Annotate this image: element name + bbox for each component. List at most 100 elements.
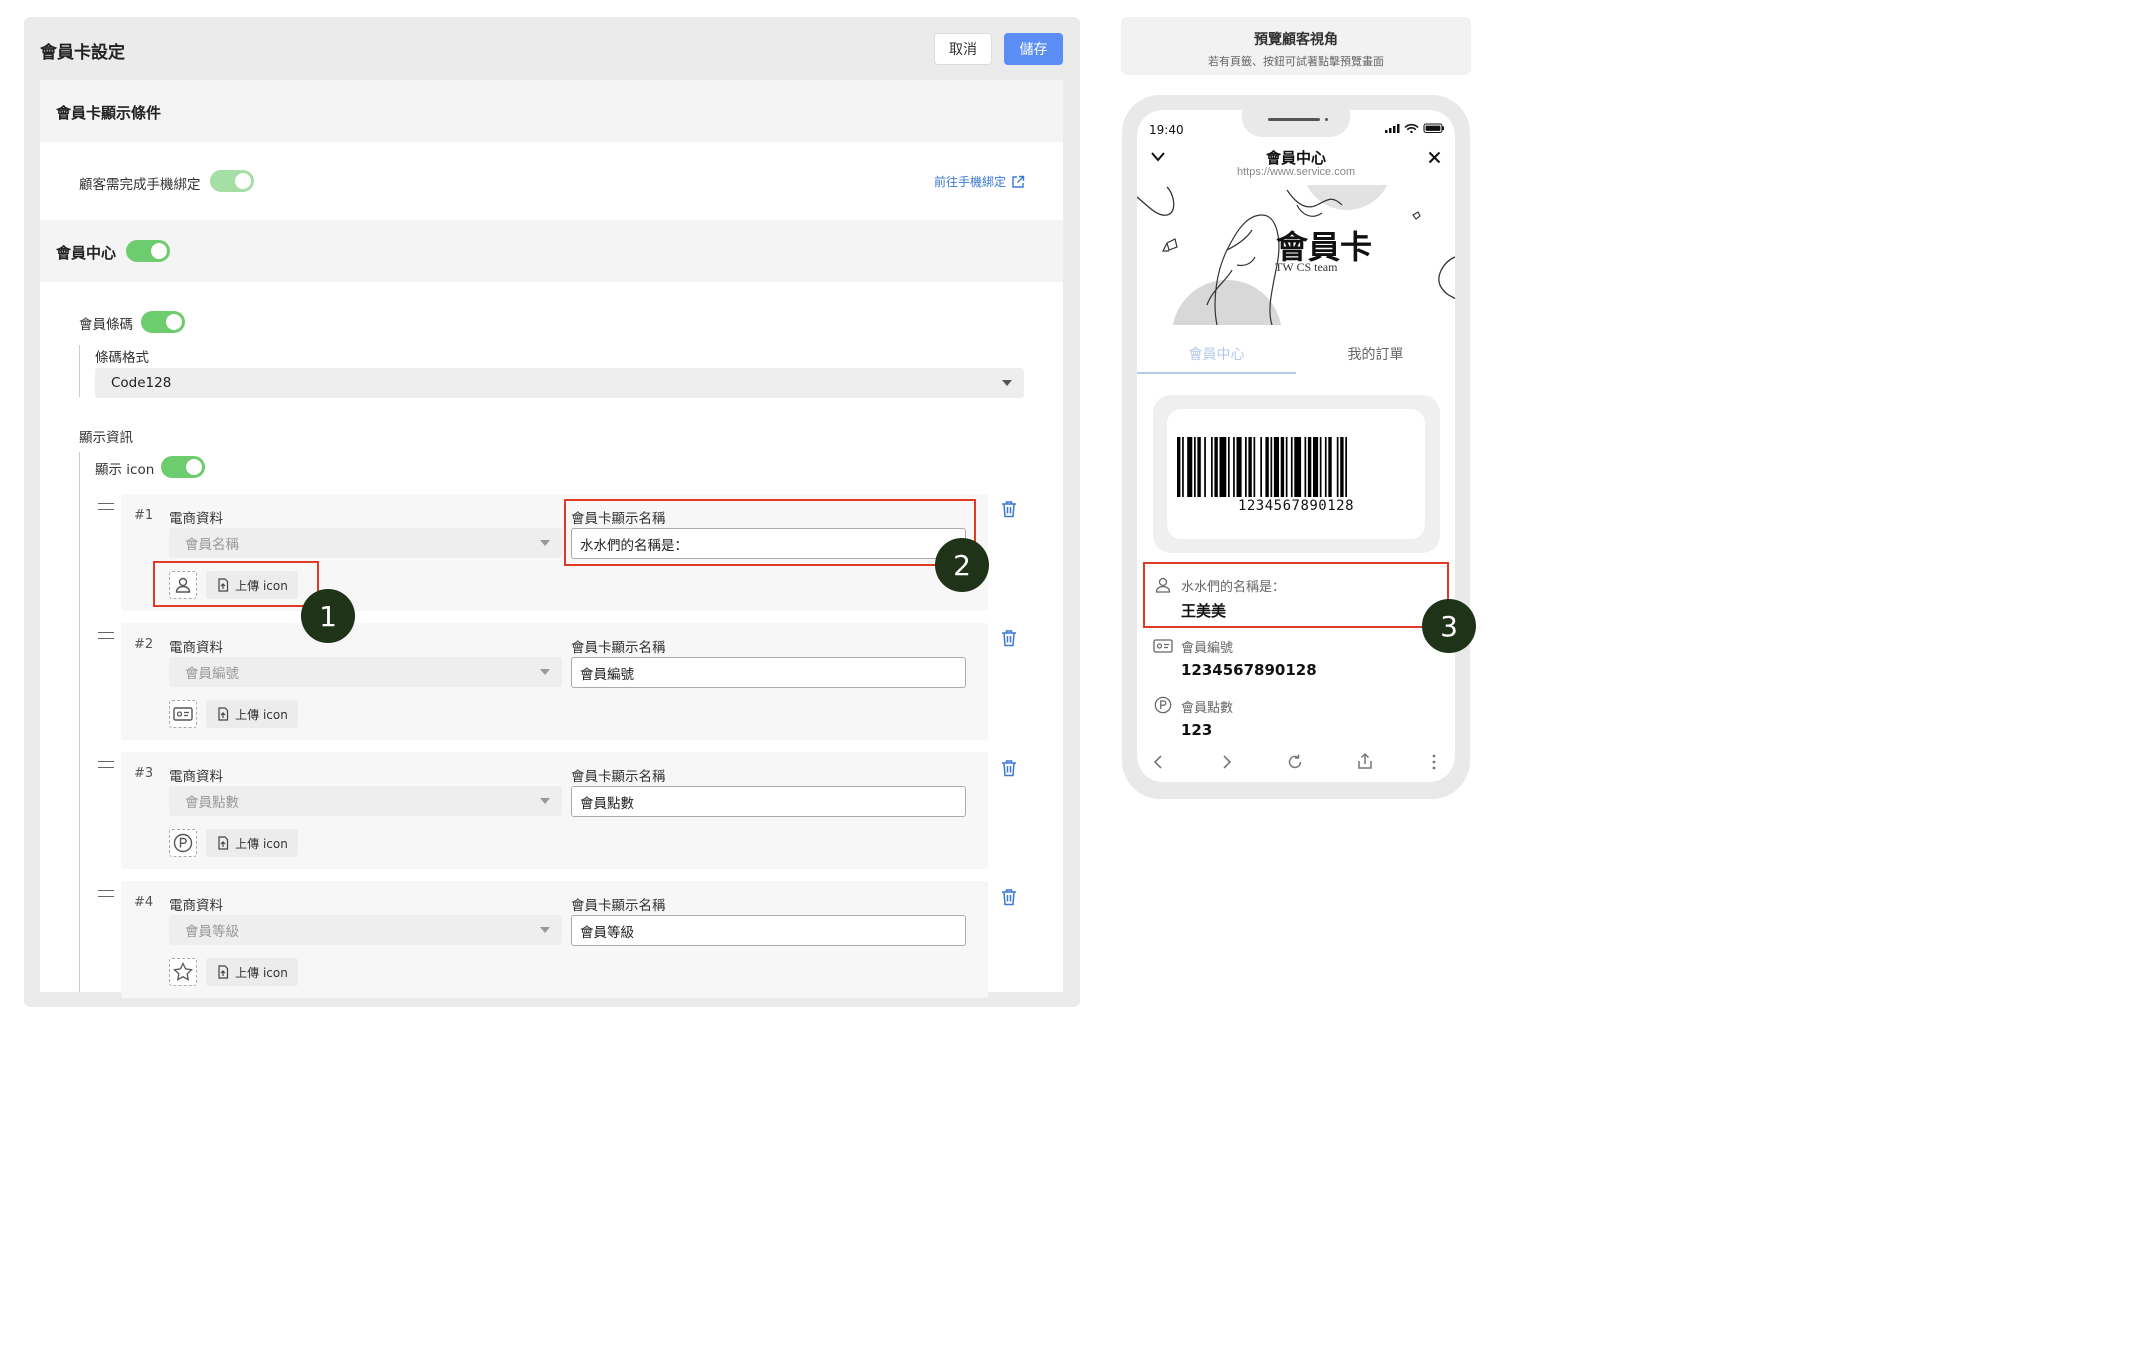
source-label: 電商資料 xyxy=(169,640,223,656)
display-name-label: 會員卡顯示名稱 xyxy=(571,769,666,785)
preview-page-title: 會員中心 xyxy=(1265,149,1326,167)
phone-binding-link[interactable]: 前往手機綁定 xyxy=(934,173,1025,190)
source-select-value: 會員名稱 xyxy=(185,537,239,553)
display-name-value: 會員點數 xyxy=(580,795,634,812)
drag-handle-icon[interactable] xyxy=(98,761,114,768)
trash-icon[interactable] xyxy=(1001,888,1017,906)
phone-binding-label: 顧客需完成手機綁定 xyxy=(79,177,201,193)
barcode-bar xyxy=(1345,437,1347,497)
speaker-grill xyxy=(1268,118,1320,121)
source-select: 會員等級 xyxy=(169,915,562,945)
barcode-bar xyxy=(1294,437,1302,497)
upload-icon-label: 上傳 icon xyxy=(235,836,288,851)
drag-handle-icon[interactable] xyxy=(98,632,114,639)
camera-dot xyxy=(1325,118,1328,121)
trash-icon[interactable] xyxy=(1001,759,1017,777)
show-icon-toggle[interactable] xyxy=(161,456,205,478)
phone-binding-link-text[interactable]: 前往手機綁定 xyxy=(934,173,1006,190)
barcode-bar xyxy=(1233,437,1235,497)
display-name-input[interactable]: 會員等級 xyxy=(571,915,966,946)
barcode-bar xyxy=(1177,437,1181,497)
save-button[interactable]: 儲存 xyxy=(1004,33,1063,65)
icon-preview xyxy=(169,958,197,986)
barcode-bar xyxy=(1307,437,1312,497)
upload-icon-label: 上傳 icon xyxy=(235,965,288,980)
display-conditions-header: 會員卡顯示條件 xyxy=(40,80,1063,142)
barcode-bar xyxy=(1324,437,1327,497)
id-card-icon xyxy=(1153,639,1173,653)
annotation-badge-3: 3 xyxy=(1422,599,1476,653)
barcode-bar xyxy=(1194,437,1196,497)
barcode-bar xyxy=(1236,437,1242,497)
row-index: #1 xyxy=(134,508,154,523)
preview-heading: 預覽顧客視角 xyxy=(1254,32,1338,48)
drag-handle-icon[interactable] xyxy=(98,503,114,510)
barcode-bar xyxy=(1253,437,1256,497)
annotation-badge-1: 1 xyxy=(301,589,355,643)
barcode-bar xyxy=(1265,437,1269,497)
member-center-toggle[interactable] xyxy=(126,240,170,262)
barcode-bar xyxy=(1328,437,1332,497)
active-tab-indicator xyxy=(1137,372,1296,374)
barcode-graphic xyxy=(1177,437,1347,497)
upload-icon-button[interactable]: 上傳 icon xyxy=(206,958,298,986)
barcode-bar xyxy=(1304,437,1307,497)
close-icon[interactable] xyxy=(1428,151,1441,164)
share-icon[interactable] xyxy=(1356,752,1374,770)
forward-icon[interactable] xyxy=(1220,754,1234,770)
icon-preview xyxy=(169,700,197,728)
points-icon xyxy=(173,833,193,853)
preview-subheading: 若有頁籤、按鈕可試著點擊預覽畫面 xyxy=(1208,55,1384,68)
row-index: #3 xyxy=(134,766,154,781)
source-select-value: 會員編號 xyxy=(185,666,239,682)
source-select: 會員名稱 xyxy=(169,528,562,558)
trash-icon[interactable] xyxy=(1001,629,1017,647)
source-label: 電商資料 xyxy=(169,769,223,785)
tab-member-center[interactable]: 會員中心 xyxy=(1137,344,1296,364)
phone-binding-toggle[interactable] xyxy=(210,170,254,192)
barcode-inner: 1234567890128 xyxy=(1167,409,1425,539)
barcode-bar xyxy=(1260,437,1262,497)
more-icon[interactable] xyxy=(1430,753,1438,771)
phone-notch xyxy=(1242,105,1350,137)
display-name-input[interactable]: 會員編號 xyxy=(571,657,966,688)
barcode-bar xyxy=(1290,437,1293,497)
barcode-bar xyxy=(1313,437,1319,497)
display-info-label: 顯示資訊 xyxy=(79,430,133,446)
barcode-format-label: 條碼格式 xyxy=(95,350,149,366)
display-conditions-heading: 會員卡顯示條件 xyxy=(56,104,162,122)
display-name-label: 會員卡顯示名稱 xyxy=(571,898,666,914)
display-name-input[interactable]: 會員點數 xyxy=(571,786,966,817)
row-index: #4 xyxy=(134,895,154,910)
barcode-toggle[interactable] xyxy=(141,311,185,333)
upload-icon-button[interactable]: 上傳 icon xyxy=(206,829,298,857)
back-icon[interactable] xyxy=(1151,754,1165,770)
barcode-format-select[interactable]: Code128 xyxy=(95,368,1024,398)
trash-icon[interactable] xyxy=(1001,500,1017,518)
tab-my-orders[interactable]: 我的訂單 xyxy=(1296,344,1455,364)
barcode-bar xyxy=(1219,437,1227,497)
page-title: 會員卡設定 xyxy=(40,43,125,63)
cancel-button[interactable]: 取消 xyxy=(934,33,992,65)
upload-icon-button[interactable]: 上傳 icon xyxy=(206,700,298,728)
info-value: 123 xyxy=(1181,721,1213,739)
info-label: 會員編號 xyxy=(1181,641,1234,656)
id-card-icon xyxy=(173,707,193,721)
preview-url: https://www.service.com xyxy=(1237,166,1355,178)
member-center-header: 會員中心 xyxy=(40,220,1063,282)
drag-handle-icon[interactable] xyxy=(98,890,114,897)
row-index: #2 xyxy=(134,637,154,652)
barcode-number: 1234567890128 xyxy=(1237,498,1355,514)
source-select: 會員點數 xyxy=(169,786,562,816)
preview-header: 預覽顧客視角 若有頁籤、按鈕可試著點擊預覽畫面 xyxy=(1121,17,1471,75)
annotation-badge-2: 2 xyxy=(935,538,989,592)
upload-file-icon xyxy=(218,836,229,850)
highlight-box-3 xyxy=(1143,562,1449,628)
highlight-box-2 xyxy=(564,499,976,566)
member-center-heading: 會員中心 xyxy=(56,244,117,262)
barcode-format-value: Code128 xyxy=(111,375,172,391)
status-icons xyxy=(1385,123,1444,134)
refresh-icon[interactable] xyxy=(1286,753,1304,771)
source-select: 會員編號 xyxy=(169,657,562,687)
info-label: 會員點數 xyxy=(1181,701,1234,716)
